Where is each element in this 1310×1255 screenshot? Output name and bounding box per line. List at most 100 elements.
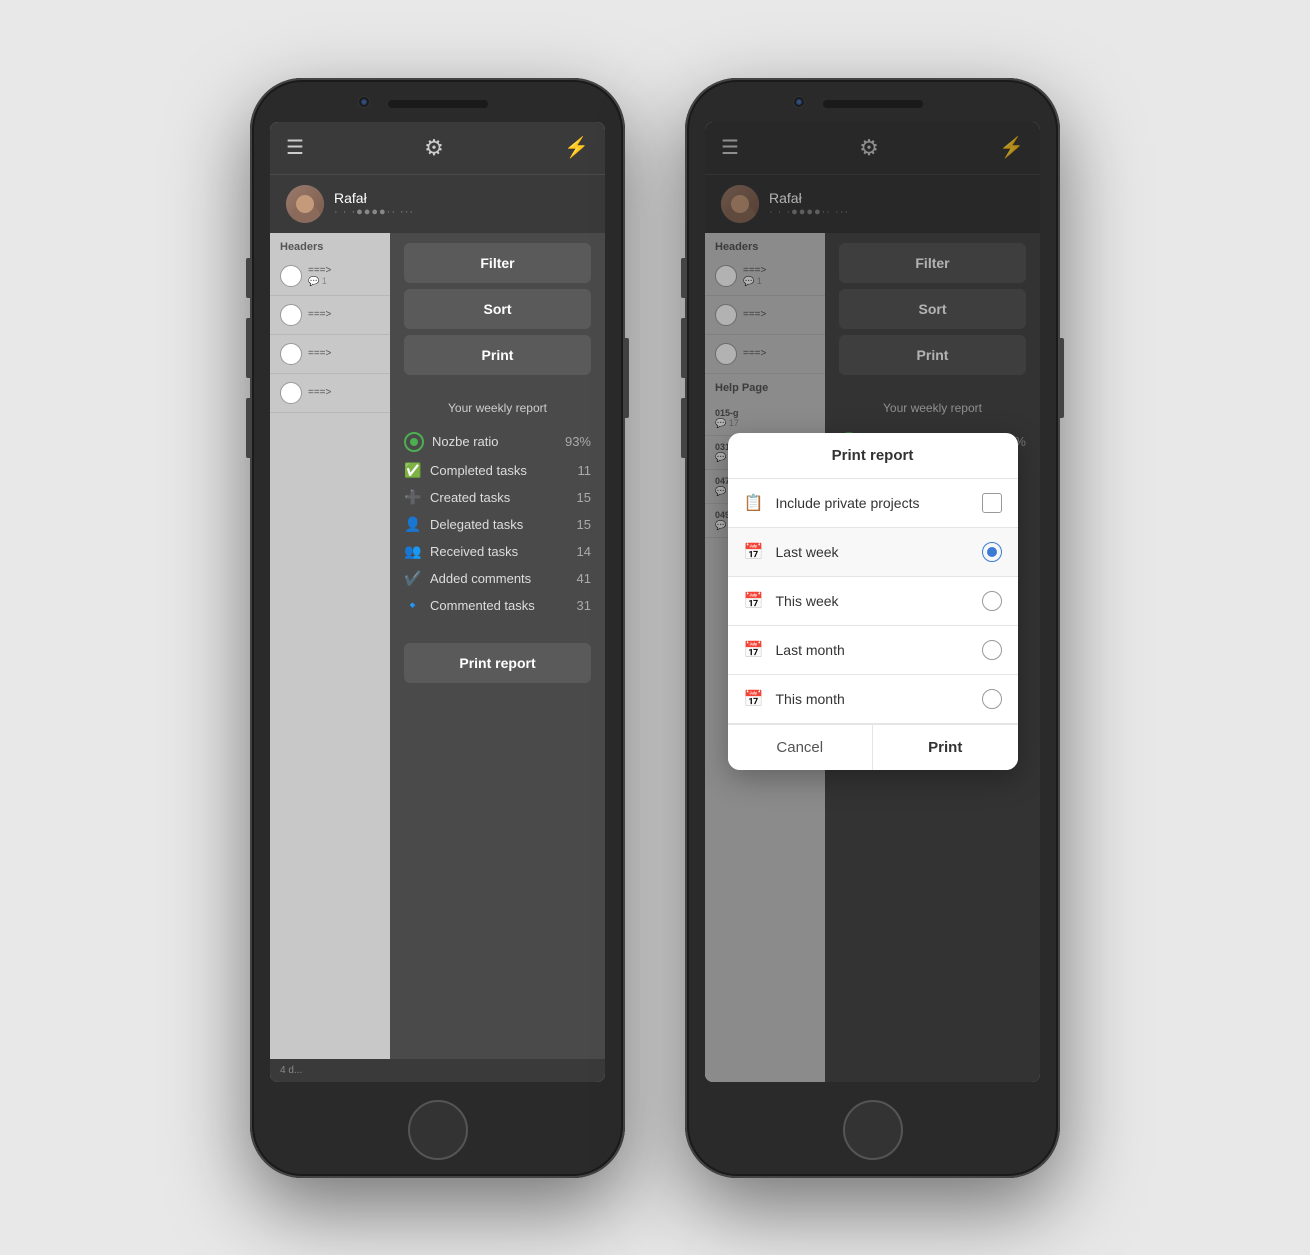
sidebar-item-1-1[interactable]: ===> 💬 1 xyxy=(270,257,390,296)
sidebar-text-1-1: ===> xyxy=(308,265,331,276)
this-month-label: This month xyxy=(776,691,982,707)
print-report-modal: Print report 📋 Include private projects xyxy=(728,433,1018,770)
user-name-1: Rafał xyxy=(334,190,589,206)
phone-1: ☰ ⚙ ⚡ Rafał · · ·●●●●·· ··· xyxy=(250,78,625,1178)
modal-cancel-button[interactable]: Cancel xyxy=(728,724,874,770)
gear-icon-1[interactable]: ⚙ xyxy=(424,135,444,161)
report-item-left-received: 👥 Received tasks xyxy=(404,543,518,560)
headers-label-1: Headers xyxy=(270,233,390,257)
sidebar-text-1-4: ===> xyxy=(308,387,331,398)
lightning-icon-1[interactable]: ⚡ xyxy=(564,135,589,160)
header-bar-1: ☰ ⚙ ⚡ xyxy=(270,122,605,174)
this-week-icon: 📅 xyxy=(744,591,764,611)
modal-print-button[interactable]: Print xyxy=(873,724,1018,770)
nozbe-ratio-icon xyxy=(404,432,424,452)
weekly-report-1: Your weekly report Nozbe ratio 93% xyxy=(390,385,605,635)
nozbe-ratio-value: 93% xyxy=(565,434,591,449)
main-panel-1: Filter Sort Print Your weekly report Noz… xyxy=(390,233,605,1059)
modal-last-month-row[interactable]: 📅 Last month xyxy=(728,626,1018,675)
print-report-button-1[interactable]: Print report xyxy=(404,643,591,683)
side-btn-vol-up-2 xyxy=(681,318,685,378)
delegated-label: Delegated tasks xyxy=(430,517,523,532)
report-item-left-ratio: Nozbe ratio xyxy=(404,432,498,452)
created-label: Created tasks xyxy=(430,490,510,505)
sidebar-item-1-3[interactable]: ===> xyxy=(270,335,390,374)
report-created: ➕ Created tasks 15 xyxy=(404,484,591,511)
phone-speaker-2 xyxy=(823,100,923,108)
user-info-1: Rafał · · ·●●●●·· ··· xyxy=(334,190,589,218)
filter-button-1[interactable]: Filter xyxy=(404,243,591,283)
avatar-1 xyxy=(286,185,324,223)
comments-label: Added comments xyxy=(430,571,531,586)
include-private-label: Include private projects xyxy=(776,495,982,511)
sidebar-radio-1-1[interactable] xyxy=(280,265,302,287)
modal-overlay: Print report 📋 Include private projects xyxy=(705,233,1040,1082)
home-button-2[interactable] xyxy=(843,1100,903,1160)
sidebar-item-1-2[interactable]: ===> xyxy=(270,296,390,335)
created-value: 15 xyxy=(577,490,591,505)
report-delegated: 👤 Delegated tasks 15 xyxy=(404,511,591,538)
phone-camera-2 xyxy=(793,96,805,108)
bottom-bar-1: 4 d... xyxy=(270,1059,605,1082)
sidebar-radio-1-3[interactable] xyxy=(280,343,302,365)
side-btn-vol-up xyxy=(246,318,250,378)
this-month-icon: 📅 xyxy=(744,689,764,709)
nozbe-ratio-label: Nozbe ratio xyxy=(432,434,498,449)
modal-last-week-row[interactable]: 📅 Last week xyxy=(728,528,1018,577)
modal-this-month-row[interactable]: 📅 This month xyxy=(728,675,1018,724)
last-month-icon: 📅 xyxy=(744,640,764,660)
main-panel-2: Filter Sort Print Your weekly report Noz… xyxy=(825,233,1040,1082)
this-month-radio[interactable] xyxy=(982,689,1002,709)
screen-content-1: ☰ ⚙ ⚡ Rafał · · ·●●●●·· ··· xyxy=(270,122,605,1082)
phone-1-screen: ☰ ⚙ ⚡ Rafał · · ·●●●●·· ··· xyxy=(270,122,605,1082)
screen-split-1: Headers ===> 💬 1 ===> xyxy=(270,233,605,1059)
sidebar-panel-1: Headers ===> 💬 1 ===> xyxy=(270,233,390,1059)
last-week-label: Last week xyxy=(776,544,982,560)
sidebar-comment-1-1: 💬 1 xyxy=(308,276,331,287)
side-btn-vol-down xyxy=(246,398,250,458)
created-icon: ➕ xyxy=(404,489,422,506)
menu-icon-1[interactable]: ☰ xyxy=(286,135,304,160)
sidebar-item-1-4[interactable]: ===> xyxy=(270,374,390,413)
commented-value: 31 xyxy=(577,598,591,613)
received-value: 14 xyxy=(577,544,591,559)
delegated-icon: 👤 xyxy=(404,516,422,533)
phones-container: ☰ ⚙ ⚡ Rafał · · ·●●●●·· ··· xyxy=(250,78,1060,1178)
last-month-radio[interactable] xyxy=(982,640,1002,660)
report-item-left-created: ➕ Created tasks xyxy=(404,489,510,506)
side-btn-vol-down-2 xyxy=(681,398,685,458)
phone-camera xyxy=(358,96,370,108)
commented-icon: 🔹 xyxy=(404,597,422,614)
sidebar-radio-1-4[interactable] xyxy=(280,382,302,404)
report-item-left-delegated: 👤 Delegated tasks xyxy=(404,516,523,533)
side-btn-mute xyxy=(246,258,250,298)
received-icon: 👥 xyxy=(404,543,422,560)
report-item-left-commented: 🔹 Commented tasks xyxy=(404,597,535,614)
report-item-left-completed: ✅ Completed tasks xyxy=(404,462,527,479)
print-button-1[interactable]: Print xyxy=(404,335,591,375)
delegated-value: 15 xyxy=(577,517,591,532)
report-received: 👥 Received tasks 14 xyxy=(404,538,591,565)
home-button-1[interactable] xyxy=(408,1100,468,1160)
this-week-radio[interactable] xyxy=(982,591,1002,611)
completed-label: Completed tasks xyxy=(430,463,527,478)
side-btn-mute-2 xyxy=(681,258,685,298)
private-projects-icon: 📋 xyxy=(744,493,764,513)
comments-icon: ✔️ xyxy=(404,570,422,587)
modal-this-week-row[interactable]: 📅 This week xyxy=(728,577,1018,626)
phone-speaker xyxy=(388,100,488,108)
modal-include-private-row[interactable]: 📋 Include private projects xyxy=(728,479,1018,528)
completed-icon: ✅ xyxy=(404,462,422,479)
sidebar-text-1-2: ===> xyxy=(308,309,331,320)
report-nozbe-ratio: Nozbe ratio 93% xyxy=(404,427,591,457)
sidebar-text-1-3: ===> xyxy=(308,348,331,359)
last-week-radio[interactable] xyxy=(982,542,1002,562)
side-btn-power-2 xyxy=(1060,338,1064,418)
phone-2-screen: ☰ ⚙ ⚡ Rafał · · ·●●●●·· ··· xyxy=(705,122,1040,1082)
sidebar-radio-1-2[interactable] xyxy=(280,304,302,326)
include-private-checkbox[interactable] xyxy=(982,493,1002,513)
report-completed: ✅ Completed tasks 11 xyxy=(404,457,591,484)
action-buttons-1: Filter Sort Print xyxy=(390,233,605,385)
sort-button-1[interactable]: Sort xyxy=(404,289,591,329)
screen-content-2: ☰ ⚙ ⚡ Rafał · · ·●●●●·· ··· xyxy=(705,122,1040,1082)
